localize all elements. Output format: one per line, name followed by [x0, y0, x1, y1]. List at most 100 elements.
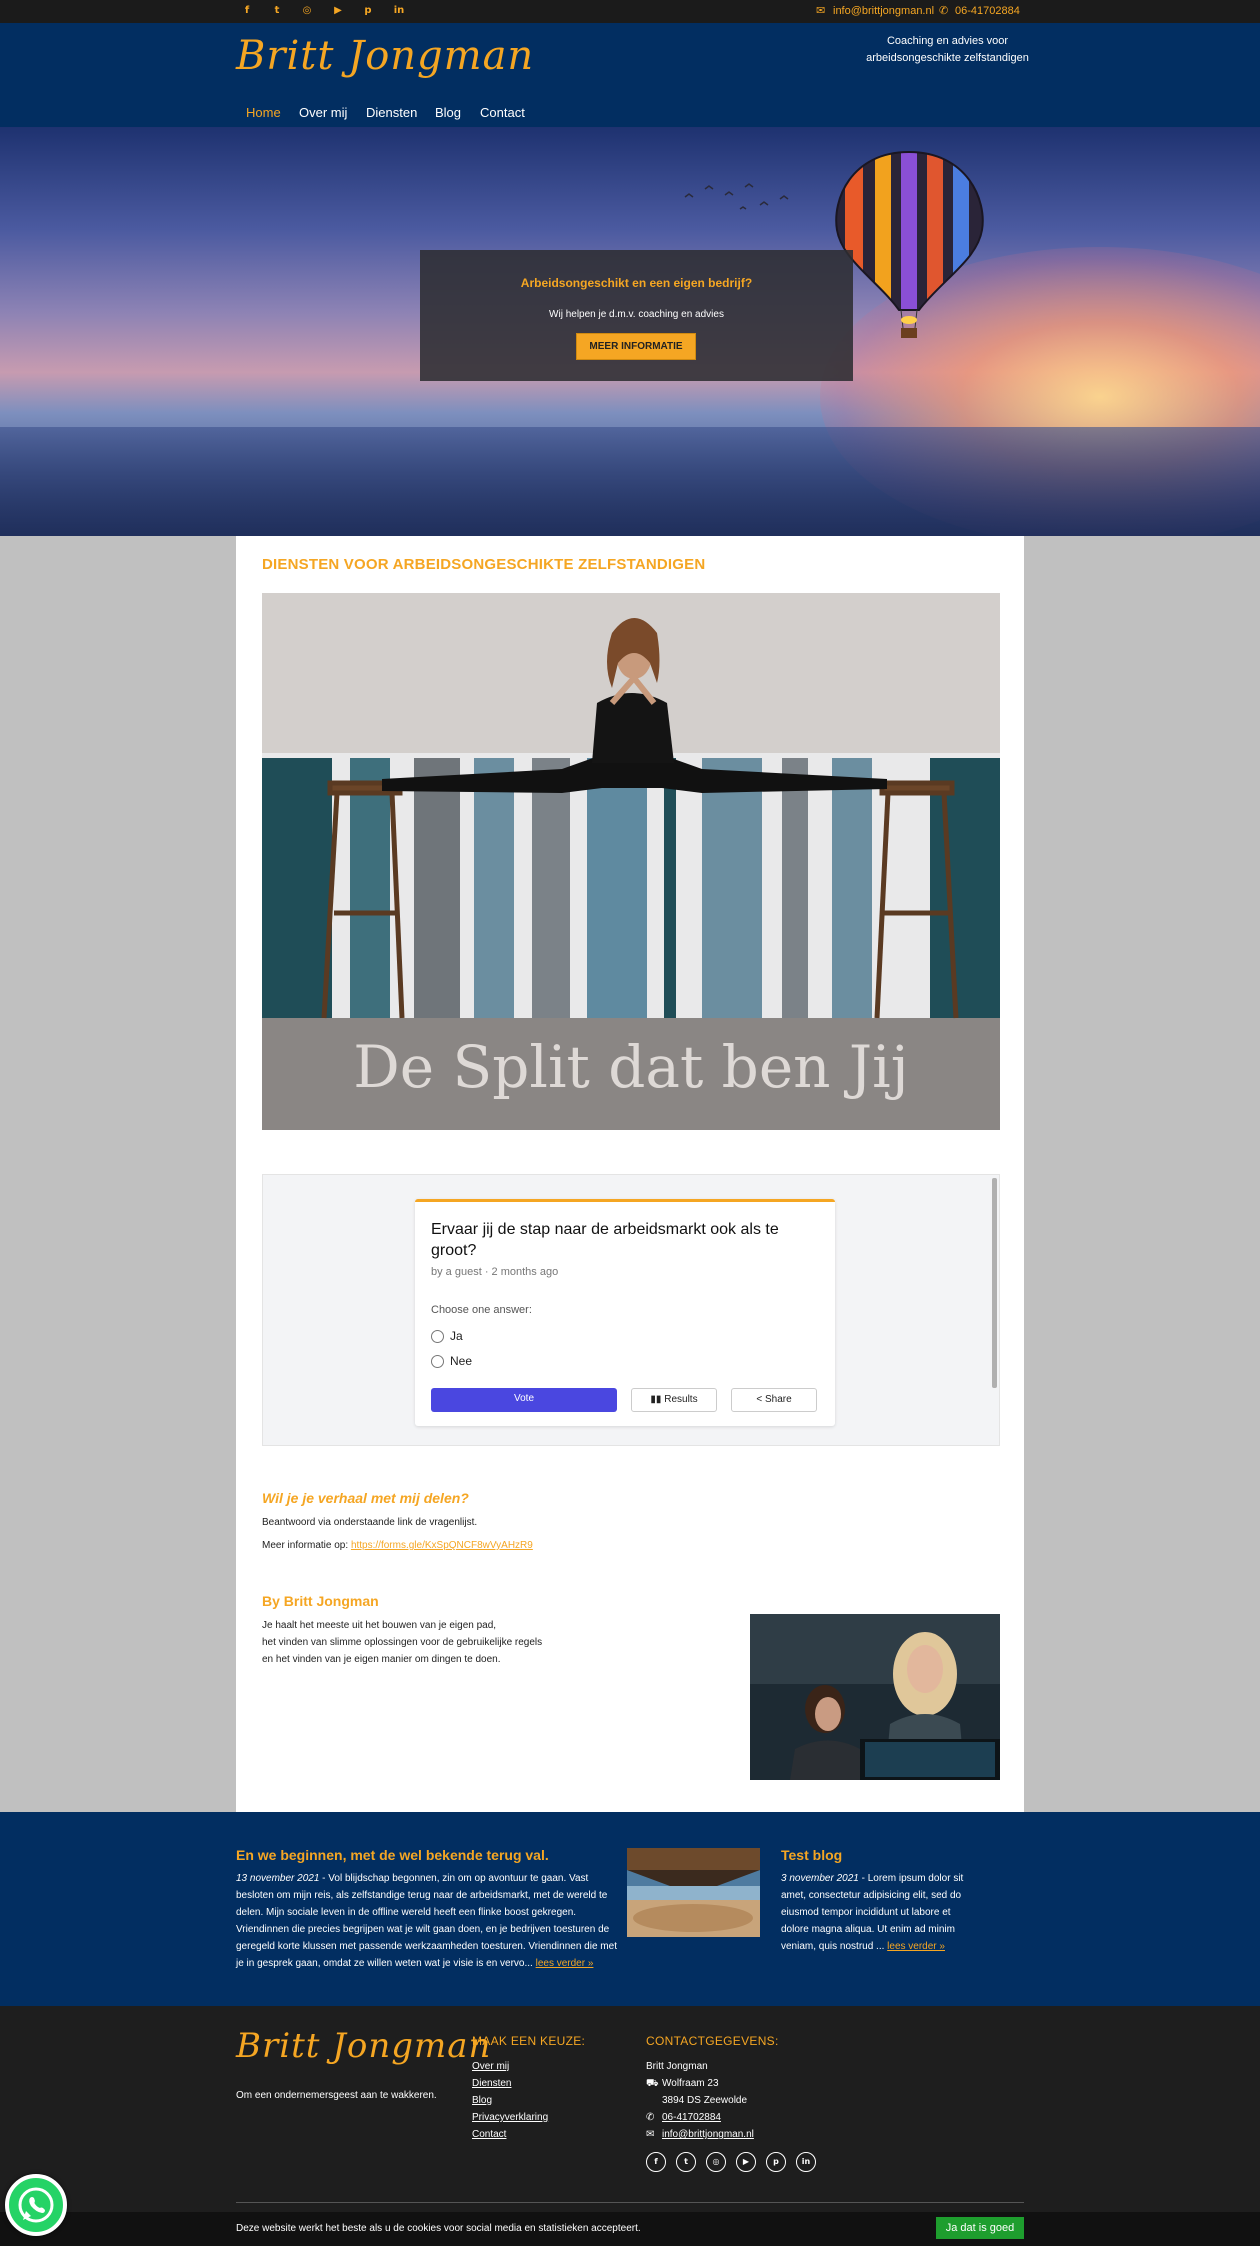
- footer-link-privacy[interactable]: Privacyverklaring: [472, 2112, 548, 2123]
- facebook-icon[interactable]: f: [240, 4, 254, 18]
- results-button[interactable]: ▮▮ Results: [631, 1388, 717, 1412]
- linkedin-icon[interactable]: in: [796, 2152, 816, 2172]
- blog-post-1-title[interactable]: En we beginnen, met de wel bekende terug…: [236, 1847, 549, 1863]
- topbar-email[interactable]: info@brittjongman.nl: [833, 4, 934, 18]
- footer-email[interactable]: info@brittjongman.nl: [662, 2129, 754, 2140]
- author-text: Je haalt het meeste uit het bouwen van j…: [262, 1617, 542, 1668]
- cookie-text: Deze website werkt het beste als u de co…: [236, 2223, 641, 2234]
- blog-post-1-text: - Vol blijdschap begonnen, zin om op avo…: [236, 1873, 617, 1969]
- blog-post-2-excerpt: 3 november 2021 - Lorem ipsum dolor sit …: [781, 1870, 981, 1955]
- top-bar: f t ◎ ▶ p in ✉ info@brittjongman.nl ✆ 06…: [0, 0, 1260, 23]
- blog-post-1-excerpt: 13 november 2021 - Vol blijdschap begonn…: [236, 1870, 621, 1972]
- pinterest-icon[interactable]: p: [766, 2152, 786, 2172]
- nav-contact[interactable]: Contact: [480, 105, 525, 120]
- share-button[interactable]: < Share: [731, 1388, 817, 1412]
- story-heading: Wil je je verhaal met mij delen?: [262, 1490, 469, 1506]
- footer-city: 3894 DS Zeewolde: [662, 2095, 748, 2106]
- tagline-line-1: Coaching en advies voor: [886, 35, 1009, 47]
- radio-icon[interactable]: [431, 1355, 444, 1369]
- mail-icon: ✉: [646, 2129, 655, 2140]
- footer-phone[interactable]: 06-41702884: [662, 2112, 721, 2123]
- pinterest-icon[interactable]: p: [361, 4, 375, 18]
- blog-post-2-title[interactable]: Test blog: [781, 1847, 842, 1863]
- nav-blog[interactable]: Blog: [435, 105, 461, 120]
- share-label: Share: [764, 1394, 792, 1405]
- whatsapp-button[interactable]: [5, 2174, 67, 2236]
- footer-link-diensten[interactable]: Diensten: [472, 2078, 511, 2089]
- twitter-icon[interactable]: t: [270, 4, 284, 18]
- poll-instruction: Choose one answer:: [431, 1304, 532, 1316]
- footer-divider: [236, 2202, 1024, 2203]
- blog-post-1-date: 13 november 2021: [236, 1873, 320, 1884]
- poll-option-ja[interactable]: Ja: [431, 1329, 463, 1344]
- story-text: Beantwoord via onderstaande link de vrag…: [262, 1517, 478, 1528]
- vote-button[interactable]: Vote: [431, 1388, 617, 1412]
- cookie-bar: Deze website werkt het beste als u de co…: [0, 2212, 1260, 2246]
- mail-icon: ✉: [816, 5, 826, 17]
- instagram-icon[interactable]: ◎: [300, 4, 314, 18]
- poll-embed: Ervaar jij de stap naar de arbeidsmarkt …: [262, 1174, 1000, 1446]
- poll-card: Ervaar jij de stap naar de arbeidsmarkt …: [415, 1199, 835, 1426]
- radio-icon[interactable]: [431, 1330, 444, 1344]
- site-footer: Britt Jongman Om een ondernemersgeest aa…: [0, 2006, 1260, 2246]
- blog-post-1-read-more[interactable]: lees verder »: [536, 1958, 594, 1969]
- birds-icon: [684, 183, 789, 210]
- results-label: Results: [664, 1394, 698, 1405]
- author-line-1: Je haalt het meeste uit het bouwen van j…: [262, 1620, 497, 1631]
- section-title: DIENSTEN VOOR ARBEIDSONGESCHIKTE ZELFSTA…: [262, 556, 706, 573]
- hero-callout: Arbeidsongeschikt en een eigen bedrijf? …: [420, 250, 853, 381]
- photo-caption: De Split dat ben Jij: [353, 1033, 909, 1101]
- instagram-icon[interactable]: ◎: [706, 2152, 726, 2172]
- footer-link-over-mij[interactable]: Over mij: [472, 2061, 509, 2072]
- hero-banner: Arbeidsongeschikt en een eigen bedrijf? …: [0, 127, 1260, 536]
- site-logo[interactable]: Britt Jongman: [236, 33, 534, 79]
- footer-link-contact[interactable]: Contact: [472, 2129, 506, 2140]
- story-more: Meer informatie op: https://forms.gle/Kx…: [262, 1537, 533, 1554]
- footer-slogan: Om een ondernemersgeest aan te wakkeren.: [236, 2090, 437, 2101]
- nav-home[interactable]: Home: [246, 105, 281, 120]
- phone-icon: ✆: [646, 2112, 655, 2123]
- sea-horizon: [0, 427, 1260, 536]
- hero-heading: Arbeidsongeschikt en een eigen bedrijf?: [520, 276, 753, 290]
- youtube-icon[interactable]: ▶: [736, 2152, 756, 2172]
- footer-contact-title: CONTACTGEGEVENS:: [646, 2034, 779, 2048]
- women-photo-illustration: [750, 1614, 1000, 1780]
- forms-link[interactable]: https://forms.gle/KxSpQNCF8wVyAHzR9: [351, 1540, 533, 1551]
- poll-option-label: Ja: [450, 1329, 463, 1343]
- pier-thumbnail-illustration: [627, 1848, 760, 1937]
- phone-icon: ✆: [939, 5, 949, 17]
- women-photo: [750, 1614, 1000, 1780]
- author-line-3: en het vinden van je eigen manier om din…: [262, 1654, 501, 1665]
- car-icon: ⛟: [646, 2078, 659, 2089]
- footer-logo[interactable]: Britt Jongman: [236, 2026, 491, 2066]
- more-info-button[interactable]: MEER INFORMATIE: [576, 333, 696, 360]
- facebook-icon[interactable]: f: [646, 2152, 666, 2172]
- split-photo: De Split dat ben Jij: [262, 593, 1000, 1130]
- footer-link-blog[interactable]: Blog: [472, 2095, 492, 2106]
- tagline-line-2: arbeidsongeschikte zelfstandigen: [866, 52, 1029, 64]
- youtube-icon[interactable]: ▶: [331, 4, 345, 18]
- header-tagline: Coaching en advies voor arbeidsongeschik…: [830, 33, 1065, 67]
- hero-subtext: Wij helpen je d.m.v. coaching en advies: [549, 309, 724, 320]
- blog-strip: En we beginnen, met de wel bekende terug…: [0, 1812, 1260, 2006]
- whatsapp-icon: [18, 2187, 54, 2223]
- poll-option-label: Nee: [450, 1354, 473, 1368]
- cookie-accept-button[interactable]: Ja dat is goed: [936, 2217, 1024, 2239]
- share-icon: <: [756, 1394, 765, 1405]
- poll-meta: by a guest · 2 months ago: [431, 1266, 559, 1278]
- linkedin-icon[interactable]: in: [392, 4, 406, 18]
- footer-menu-title: MAAK EEN KEUZE:: [472, 2034, 586, 2048]
- blog-post-2-read-more[interactable]: lees verder »: [887, 1941, 945, 1952]
- poll-question: Ervaar jij de stap naar de arbeidsmarkt …: [431, 1221, 779, 1259]
- story-more-label: Meer informatie op:: [262, 1540, 351, 1551]
- nav-diensten[interactable]: Diensten: [366, 105, 417, 120]
- twitter-icon[interactable]: t: [676, 2152, 696, 2172]
- footer-street: Wolfraam 23: [662, 2078, 719, 2089]
- poll-option-nee[interactable]: Nee: [431, 1354, 473, 1369]
- author-line-2: het vinden van slimme oplossingen voor d…: [262, 1637, 543, 1648]
- topbar-phone[interactable]: 06-41702884: [955, 4, 1020, 18]
- pier-thumbnail[interactable]: [627, 1848, 760, 1937]
- nav-over-mij[interactable]: Over mij: [299, 105, 347, 120]
- poll-scrollbar[interactable]: [992, 1178, 997, 1388]
- blog-post-2-date: 3 november 2021: [781, 1873, 859, 1884]
